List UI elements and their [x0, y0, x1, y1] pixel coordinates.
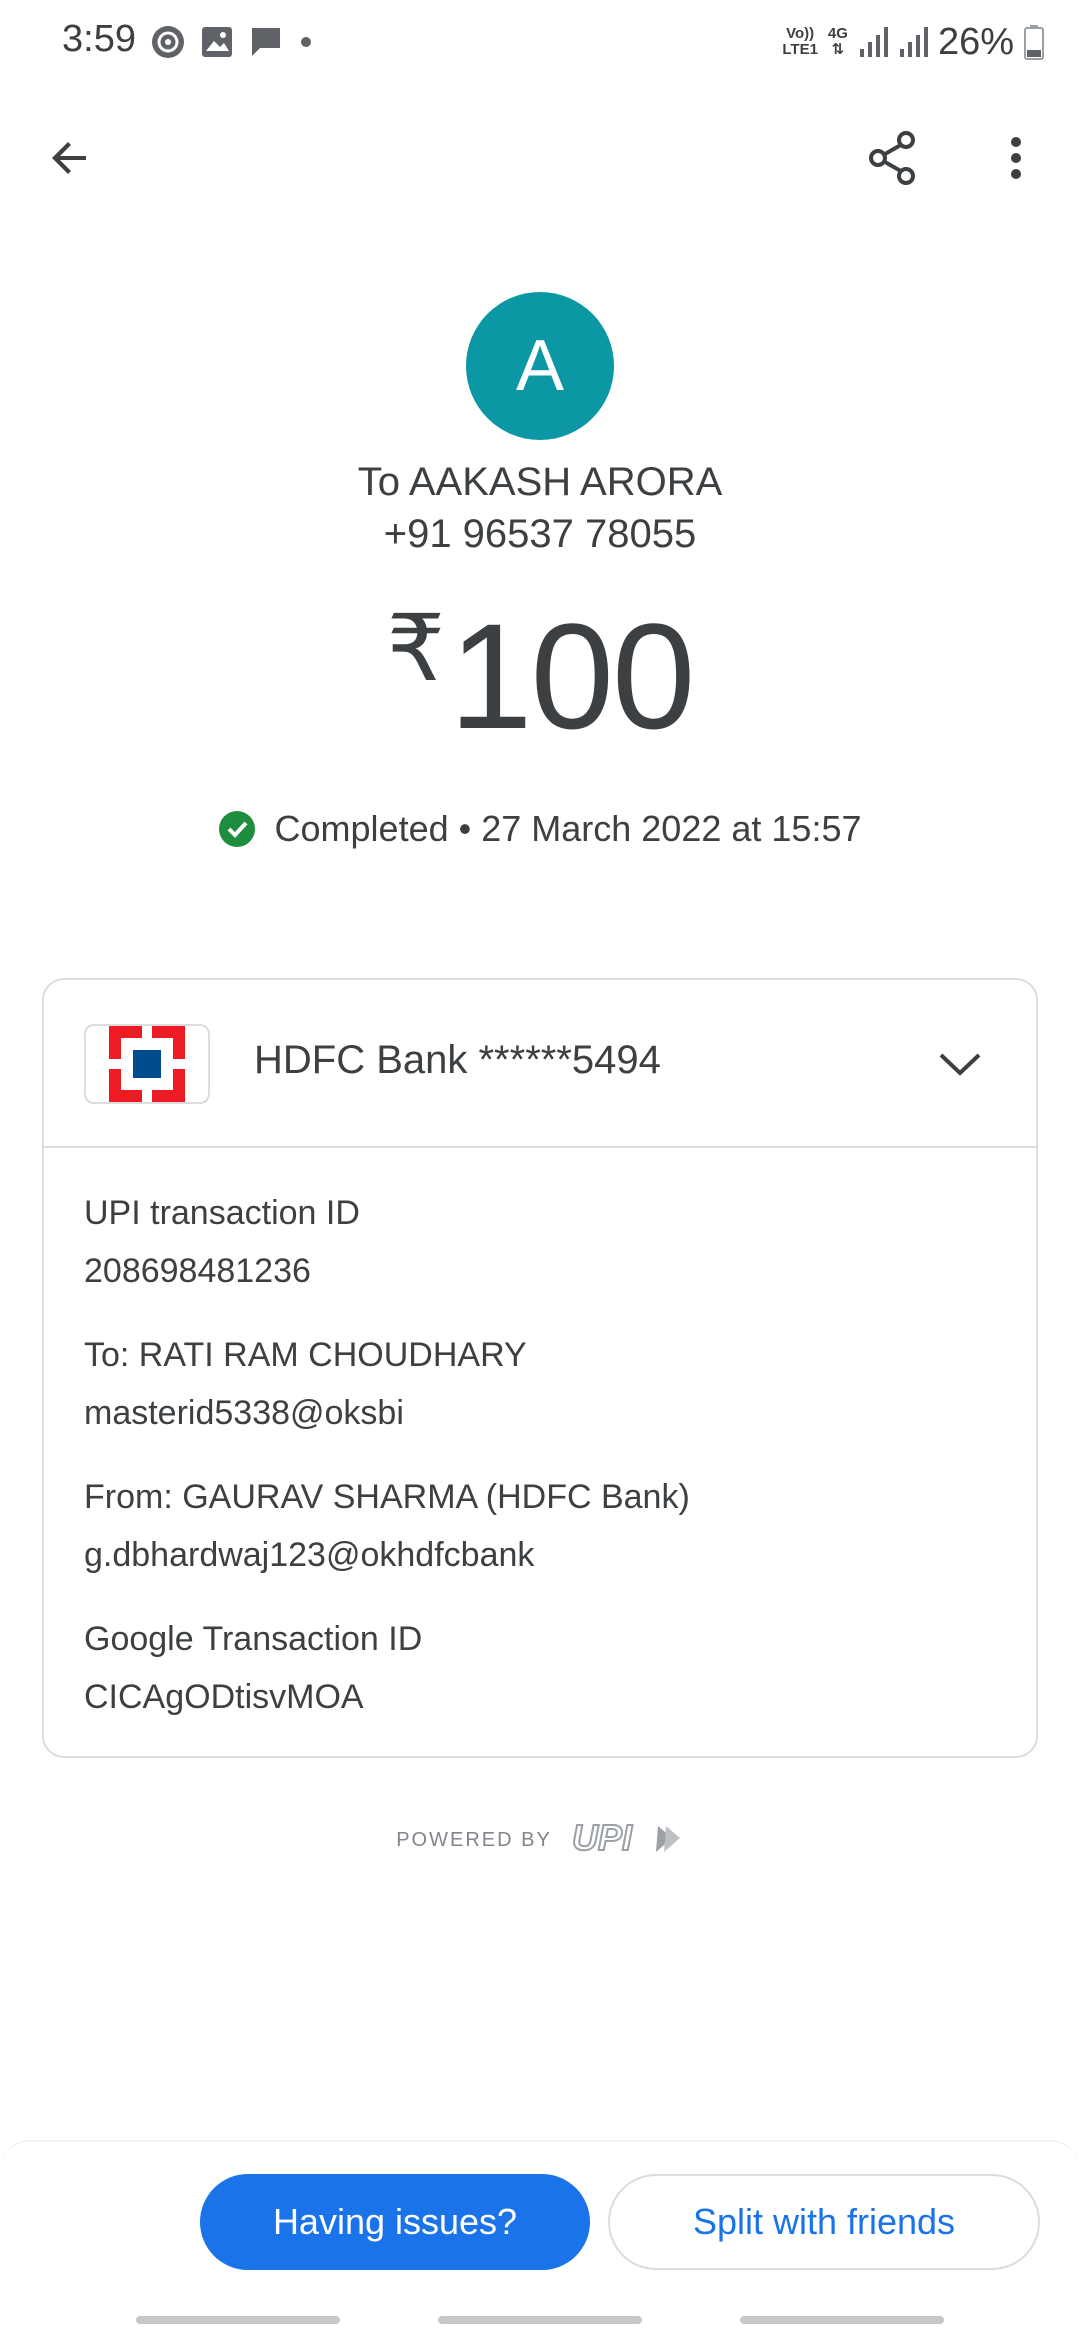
recipient-avatar: A: [466, 292, 614, 440]
detail-value: g.dbhardwaj123@okhdfcbank: [84, 1536, 535, 1574]
nav-home-indicator[interactable]: [438, 2316, 642, 2324]
nav-back-indicator[interactable]: [740, 2316, 944, 2324]
transaction-status: Completed • 27 March 2022 at 15:57: [0, 808, 1080, 850]
share-icon: [869, 131, 915, 185]
signal-2-icon: [899, 27, 928, 57]
share-button[interactable]: [860, 126, 924, 190]
recipient-name: To AAKASH ARORA: [357, 460, 723, 504]
message-icon: [252, 28, 280, 56]
status-bar: 3:59 Vo)) LTE1 4G ⇅ 26%: [0, 0, 1080, 84]
detail-from: From: GAURAV SHARMA (HDFC Bank) g.dbhard…: [84, 1474, 690, 1578]
bank-account-label: HDFC Bank ******5494: [254, 1038, 661, 1082]
app-notification-icon: [152, 26, 184, 58]
app-bar: [0, 110, 1080, 200]
split-with-friends-button[interactable]: Split with friends: [608, 2174, 1040, 2270]
expand-button[interactable]: [928, 1032, 992, 1096]
transaction-details-card: HDFC Bank ******5494 UPI transaction ID …: [42, 978, 1038, 1758]
status-text: Completed • 27 March 2022 at 15:57: [274, 808, 862, 849]
battery-icon: [1024, 25, 1044, 60]
arrow-back-icon: [52, 142, 86, 174]
volte-label: Vo)): [786, 25, 815, 42]
amount-value: 100: [449, 592, 695, 760]
check-circle-icon: [218, 811, 255, 847]
gallery-icon: [202, 27, 232, 57]
upi-logo: UPI: [571, 1818, 680, 1859]
battery-percentage: 26%: [937, 20, 1014, 63]
detail-value: 208698481236: [84, 1252, 311, 1290]
network-type-label: 4G: [827, 25, 848, 42]
more-vert-icon: [1011, 137, 1021, 179]
detail-label: To: RATI RAM CHOUDHARY: [84, 1336, 527, 1374]
notification-icons: [150, 22, 314, 62]
back-button[interactable]: [40, 128, 100, 188]
system-status: Vo)) LTE1 4G ⇅ 26%: [782, 18, 1044, 66]
bottom-action-bar: Having issues? Split with friends: [0, 2140, 1080, 2340]
detail-to: To: RATI RAM CHOUDHARY masterid5338@oksb…: [84, 1332, 527, 1436]
detail-label: From: GAURAV SHARMA (HDFC Bank): [84, 1478, 690, 1516]
powered-by-label: POWERED BY: [396, 1828, 552, 1851]
hdfc-logo-icon: [109, 1026, 185, 1102]
data-arrows-icon: ⇅: [831, 41, 845, 58]
network-type-indicator: 4G ⇅: [828, 26, 848, 58]
detail-label: UPI transaction ID: [84, 1194, 360, 1232]
chevron-down-icon: [939, 1053, 981, 1076]
nav-recents-indicator[interactable]: [136, 2316, 340, 2324]
payment-amount: ₹100: [0, 590, 1080, 763]
hdfc-bank-logo: [84, 1024, 210, 1104]
powered-by-upi: POWERED BY UPI: [0, 1818, 1080, 1862]
having-issues-button[interactable]: Having issues?: [200, 2174, 590, 2270]
bank-account-row[interactable]: HDFC Bank ******5494: [44, 980, 1036, 1148]
status-time: 3:59: [62, 18, 136, 60]
detail-upi-transaction-id: UPI transaction ID 208698481236: [84, 1190, 360, 1294]
volte-indicator: Vo)) LTE1: [782, 26, 818, 58]
recipient-phone: +91 96537 78055: [383, 512, 697, 556]
svg-text:UPI: UPI: [572, 1818, 633, 1858]
signal-1-icon: [859, 27, 888, 57]
lte-label: LTE1: [782, 41, 818, 58]
detail-google-transaction-id: Google Transaction ID CICAgODtisvMOA: [84, 1616, 422, 1720]
more-options-button[interactable]: [988, 126, 1044, 190]
detail-value: masterid5338@oksbi: [84, 1394, 404, 1432]
more-notifications-dot-icon: [301, 37, 311, 47]
detail-value: CICAgODtisvMOA: [84, 1678, 364, 1716]
currency-symbol: ₹: [386, 598, 446, 700]
detail-label: Google Transaction ID: [84, 1620, 423, 1658]
